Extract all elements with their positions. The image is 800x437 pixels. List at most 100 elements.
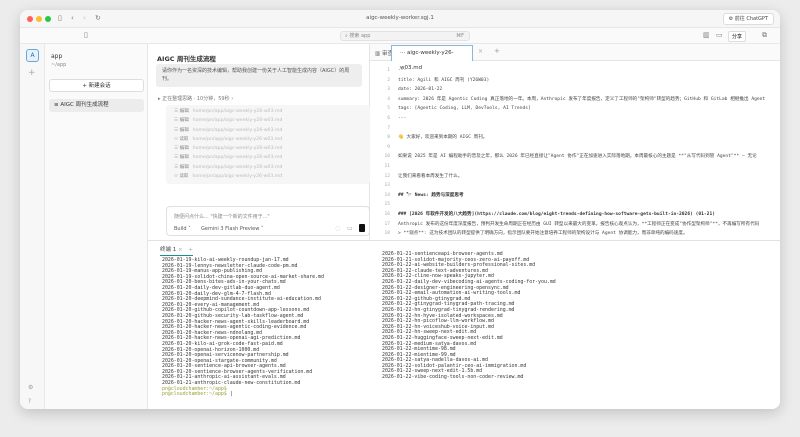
editor-panel: ▥ 审查 ··· aigc-weekly-y26-w03.md × + 1 ---… — [370, 44, 780, 255]
line-number: 12 — [384, 173, 390, 179]
code-line: 6 --- — [370, 114, 780, 124]
terminal-toggle-icon[interactable]: ▭ — [716, 31, 723, 39]
line-text: ### [2026 年软件开发的八大趋势](https://claude.com… — [398, 211, 715, 217]
code-line: 2 title: Agili 和 AIGC 周刊 (Y26W03) — [370, 76, 780, 86]
new-terminal-icon[interactable]: + — [188, 247, 193, 253]
line-number: 7 — [387, 125, 390, 131]
terminal-tab[interactable]: 终端 1 × + — [160, 245, 193, 256]
tool-step[interactable]: ⊙ 读取 home/pn/app/aigc-weekly-y26-w03.md — [166, 172, 370, 181]
edit-icon: ☰ — [174, 118, 180, 124]
add-project-icon[interactable]: + — [28, 68, 36, 78]
open-chatgpt-button[interactable]: ⚙ 前往 ChatGPT — [722, 13, 774, 25]
line-number: 13 — [384, 183, 390, 189]
close-terminal-icon[interactable]: × — [178, 247, 183, 253]
step-path: home/pn/app/aigc-weekly-y26-w03.md — [192, 146, 283, 152]
chat-input-placeholder: 随便问点什么... "快建一个新的文件用于..." — [174, 214, 270, 220]
line-number: 2 — [387, 77, 390, 83]
stop-button[interactable] — [359, 224, 365, 232]
step-action: 编辑 — [179, 164, 189, 170]
step-action: 编辑 — [179, 109, 189, 114]
tool-step[interactable]: ⊙ 读取 home/pn/app/aigc-weekly-y26-w03.md — [166, 135, 370, 144]
line-text: 如果说 2025 年是 AI 编程助手的普及之年，那么 2026 年已经直接让"… — [398, 154, 757, 160]
session-item[interactable]: ≡ AIGC 周刊生成流程 — [49, 99, 144, 112]
line-text: --- — [398, 68, 407, 73]
step-path: home/pn/app/aigc-weekly-y26-w03.md — [192, 136, 283, 142]
code-line: 18 > **观点**: 这为技术团队的转型提供了明确方向，指示团队要开始注意培养… — [370, 229, 780, 239]
line-number: 15 — [384, 202, 390, 208]
copy-icon[interactable]: ⧉ — [762, 31, 767, 40]
line-text: ## 🔭 News: 趋势与深度思考 — [398, 192, 464, 198]
chat-title: AIGC 周刊生成流程 — [157, 55, 216, 63]
terminal-output-right[interactable]: 2026-01-21-sentienceapi-browser-agents.m… — [382, 251, 556, 381]
line-number: 1 — [387, 68, 390, 73]
project-rail: A + ⚙ ? — [20, 44, 45, 409]
thinking-label: 正在整理思路 · 10分钟，59秒 — [162, 96, 230, 102]
line-number: 14 — [384, 192, 390, 198]
tool-step[interactable]: ☰ 编辑 home/pn/app/aigc-weekly-y26-w03.md — [166, 153, 370, 162]
code-line: 3 date: 2026-01-22 — [370, 85, 780, 95]
share-button[interactable]: 分享 — [728, 31, 747, 42]
window-title: aigc-weekly-worker.sgj.1 — [366, 15, 434, 21]
attach-icon[interactable]: ▭ — [347, 225, 353, 232]
session-label: AIGC 周刊生成流程 — [60, 102, 109, 108]
code-line: 10 如果说 2025 年是 AI 编程助手的普及之年，那么 2026 年已经直接… — [370, 152, 780, 162]
tool-step[interactable]: ☰ 编辑 home/pn/app/aigc-weekly-y26-w03.md — [166, 163, 370, 172]
mode-select[interactable]: Build ˅ — [174, 226, 191, 232]
tool-step[interactable]: ☰ 编辑 home/pn/app/aigc-weekly-y26-w03.md — [166, 116, 370, 125]
open-chatgpt-label: 前往 ChatGPT — [734, 16, 768, 22]
help-icon[interactable]: ? — [28, 398, 31, 405]
code-line: 17 Anthropic 发布的这份年度深度报告，预判开发生命周期正在经历由 GU… — [370, 220, 780, 230]
mode-label: Build — [174, 226, 187, 232]
edit-icon: ☰ — [174, 109, 180, 114]
toolbar: ▯ ⌕ 搜索 app ⌘F ▥ ▭ 分享 ⧉ — [20, 28, 780, 44]
step-action: 读取 — [179, 136, 189, 142]
code-line: 8 👋 大家好，欢迎来到本期的 AIGC 周刊。 — [370, 133, 780, 143]
chat-input[interactable]: 随便问点什么... "快建一个新的文件用于..." Build ˅ Gemini… — [166, 206, 370, 236]
code-line: 1 --- — [370, 66, 780, 76]
line-text: > **观点**: 这为技术团队的转型提供了明确方向，指示团队要开始注意培养工程… — [398, 231, 688, 237]
line-number: 5 — [387, 106, 390, 112]
line-text: date: 2026-01-22 — [398, 87, 443, 93]
code-line: 7 — [370, 124, 780, 134]
code-line: 11 — [370, 162, 780, 172]
code-line: 4 summary: 2026 年是 Agentic Coding 真正落地的一年… — [370, 95, 780, 105]
title-bar: ▯ ‹ › ↻ aigc-weekly-worker.sgj.1 ⚙ 前往 Ch… — [20, 10, 780, 28]
close-tab-icon[interactable]: × — [478, 48, 483, 55]
tool-step[interactable]: ☰ 编辑 home/pn/app/aigc-weekly-y26-w03.md — [166, 144, 370, 153]
code-line: 15 — [370, 200, 780, 210]
tab-aigc-weekly[interactable]: ··· aigc-weekly-y26-w03.md — [391, 45, 473, 71]
code-line: 5 tags: [Agentic Coding, LLM, DevTools, A… — [370, 104, 780, 114]
code-line: 14 ## 🔭 News: 趋势与深度思考 — [370, 191, 780, 201]
project-path: ~/app — [51, 62, 67, 68]
thinking-status[interactable]: ▸ 正在整理思路 · 10分钟，59秒 › — [158, 95, 233, 102]
line-number: 6 — [387, 115, 390, 121]
app-window: ▯ ‹ › ↻ aigc-weekly-worker.sgj.1 ⚙ 前往 Ch… — [20, 10, 780, 409]
tool-step[interactable]: ☰ 编辑 home/pn/app/aigc-weekly-y26-w03.md — [166, 126, 370, 135]
terminal-cursor: | — [229, 391, 233, 398]
line-number: 10 — [384, 154, 390, 160]
code-line: 9 — [370, 143, 780, 153]
model-select[interactable]: Gemini 3 Flash Preview ˅ — [201, 226, 263, 232]
line-text: tags: [Agentic Coding, LLM, DevTools, AI… — [398, 106, 531, 112]
terminal-output-left[interactable]: 2026-01-19-kilo-ai-weekly-roundup-jan-17… — [162, 257, 324, 398]
step-action: 编辑 — [179, 118, 189, 124]
project-avatar[interactable]: A — [26, 49, 39, 62]
line-number: 16 — [384, 211, 390, 217]
panel-toggle-icon[interactable]: ▯ — [84, 31, 88, 39]
project-name: app — [51, 53, 63, 60]
tool-step[interactable]: ☰ 编辑 home/pn/app/aigc-weekly-y26-w03.md — [166, 107, 370, 116]
sidebar: app ~/app + 新建会话 ≡ AIGC 周刊生成流程 — [45, 44, 148, 409]
edit-icon: ☰ — [174, 155, 180, 161]
new-session-button[interactable]: + 新建会话 — [49, 79, 144, 92]
terminal-line: 2026-01-22-vibe-coding-tools-non-coder-r… — [382, 374, 524, 381]
new-tab-icon[interactable]: + — [494, 47, 500, 55]
step-path: home/pn/app/aigc-weekly-y26-w03.md — [192, 127, 283, 133]
line-text: Anthropic 发布的这份年度深度报告，预判开发生命周期正在经历由 GUI … — [398, 221, 760, 227]
code-line: 12 让我们来看看本周发生了什么。 — [370, 172, 780, 182]
layout-icon[interactable]: ▥ — [703, 31, 710, 39]
step-path: home/pn/app/aigc-weekly-y26-w03.md — [192, 155, 283, 161]
settings-icon[interactable]: ⚙ — [28, 384, 33, 391]
line-number: 18 — [384, 231, 390, 237]
search-input[interactable]: ⌕ 搜索 app ⌘F — [340, 31, 470, 41]
code-editor[interactable]: 1 --- 2 title: Agili 和 AIGC 周刊 (Y26W03) 3 dat… — [370, 66, 780, 258]
